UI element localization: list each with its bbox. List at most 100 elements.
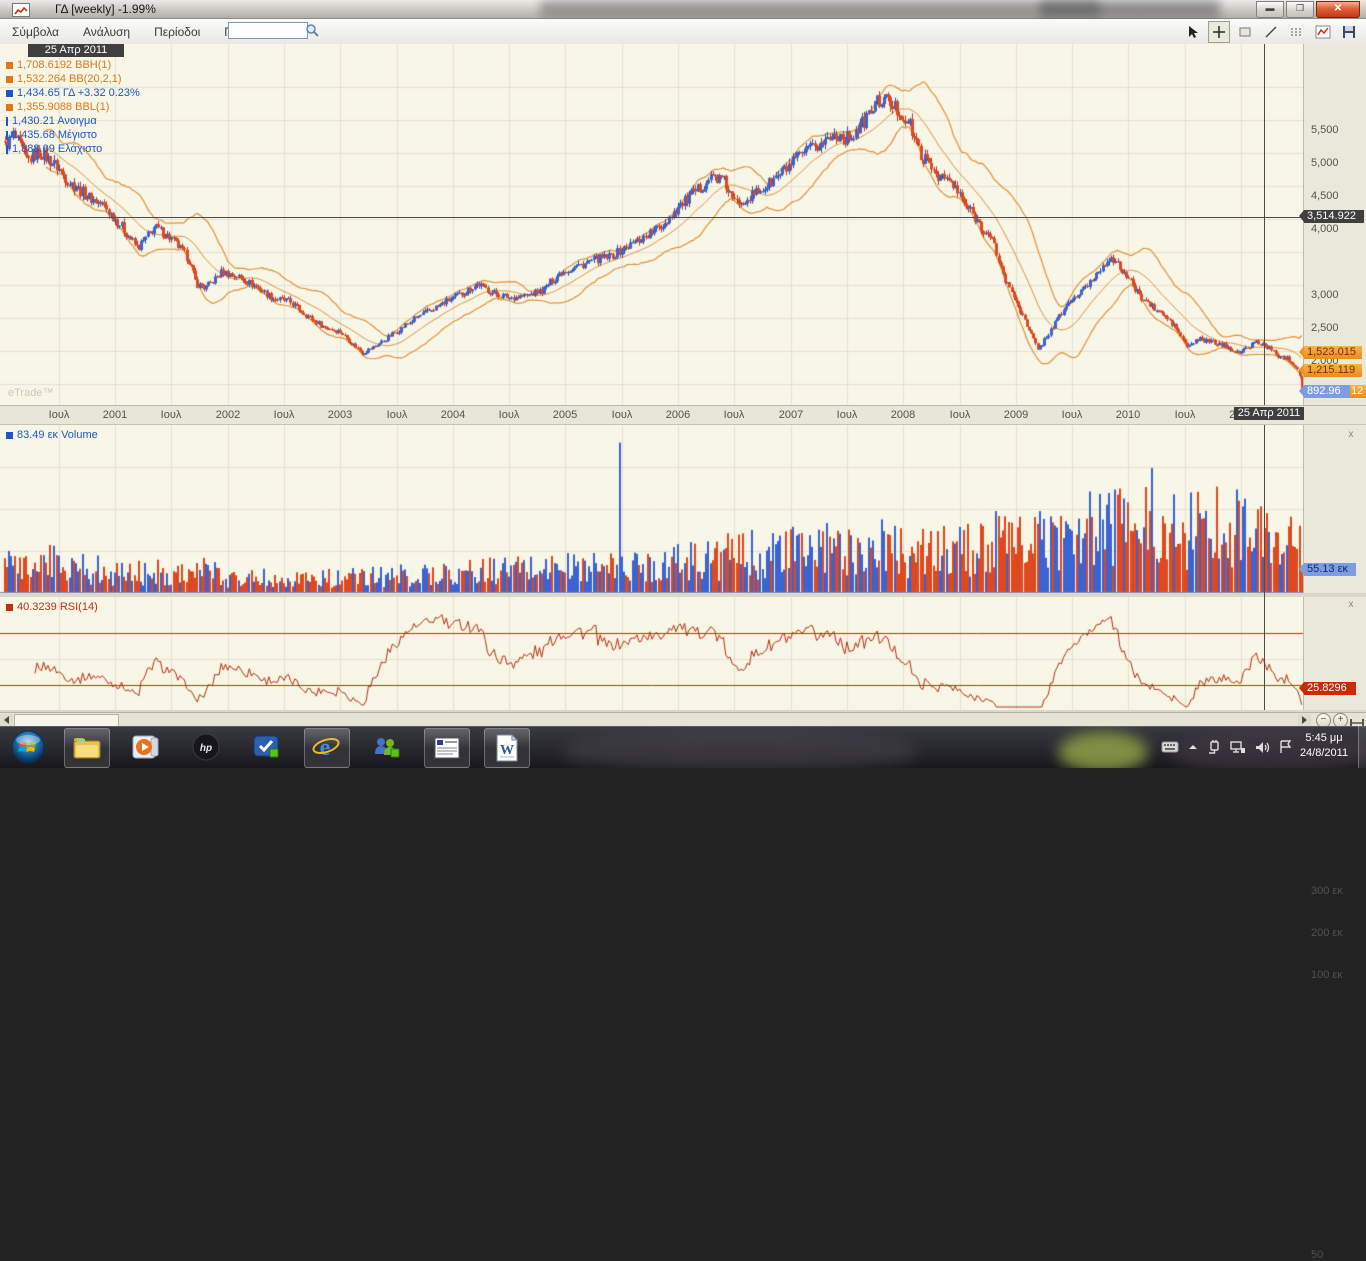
network-icon[interactable] xyxy=(1230,741,1246,754)
legend-row: 1,708.6192 BBH(1) xyxy=(6,58,140,72)
search-icon[interactable] xyxy=(305,23,319,42)
titlebar-translucency xyxy=(540,0,1100,18)
taskbar-check-app-button[interactable] xyxy=(244,728,288,766)
volume-pane-close-icon[interactable]: x xyxy=(1346,430,1356,440)
close-button[interactable]: ✕ xyxy=(1316,1,1360,18)
time-axis-tick: 2002 xyxy=(208,409,248,421)
taskbar-hp-button[interactable]: hp xyxy=(184,728,228,766)
svg-text:hp: hp xyxy=(200,743,212,754)
legend-value: 1,388.09 xyxy=(12,143,55,155)
volume-chart-canvas[interactable] xyxy=(0,425,1303,593)
title-bar: ΓΔ [weekly] -1.99% ▬ ❐ ✕ xyxy=(0,0,1366,19)
time-axis-tick: Ιουλ xyxy=(489,409,529,421)
legend-marker xyxy=(6,145,8,154)
band-middle-tag: 1,215.119 xyxy=(1304,364,1362,377)
rsi-axis-tick: 50 xyxy=(1311,1249,1323,1261)
tool-trendline-icon[interactable] xyxy=(1260,21,1282,43)
legend-label: Μέγιστο xyxy=(58,129,97,141)
tool-chart-icon[interactable] xyxy=(1312,21,1334,43)
band-lower-tag-partial: 12 xyxy=(1348,385,1366,398)
window-title: ΓΔ [weekly] -1.99% xyxy=(55,2,156,16)
keyboard-icon[interactable] xyxy=(1161,741,1179,753)
legend-value: 1,434.65 xyxy=(17,87,60,99)
taskbar-media-player-button[interactable] xyxy=(124,728,168,766)
price-axis-tick: 4,000 xyxy=(1311,223,1339,235)
chart-toolbar xyxy=(1182,20,1360,43)
legend-row: 1,388.09 Ελάχιστο xyxy=(6,142,140,156)
taskbar-messenger-button[interactable] xyxy=(364,728,408,766)
windows-taskbar: hp e W 5:45 μμ 24/8/2011 xyxy=(0,726,1366,768)
rsi-pane-close-icon[interactable]: x xyxy=(1346,600,1356,610)
scroll-left-button[interactable] xyxy=(0,714,13,726)
crosshair-horizontal-line xyxy=(0,217,1303,218)
time-axis-tick: 2005 xyxy=(545,409,585,421)
legend-value: 1,435.68 xyxy=(12,129,55,141)
menu-item-symbols[interactable]: Σύμβολα xyxy=(12,25,59,39)
volume-label: Volume xyxy=(61,429,98,441)
legend-marker xyxy=(6,76,13,83)
time-axis-tick: 2010 xyxy=(1108,409,1148,421)
legend-row: 1,430.21 Ανοιγμα xyxy=(6,114,140,128)
crosshair-vertical-line xyxy=(1264,44,1265,710)
last-price-tag: 892.96 xyxy=(1304,385,1350,398)
legend-row: 1,435.68 Μέγιστο xyxy=(6,128,140,142)
symbol-search-input[interactable] xyxy=(228,22,308,39)
rsi-last-tag: 25.8296 xyxy=(1304,682,1356,695)
legend-label: BBL(1) xyxy=(75,101,109,113)
app-chart-icon xyxy=(12,3,30,17)
tool-save-icon[interactable] xyxy=(1338,21,1360,43)
system-tray xyxy=(1161,728,1292,766)
tool-crosshair-icon[interactable] xyxy=(1208,21,1230,43)
price-chart-canvas[interactable] xyxy=(0,44,1303,405)
power-icon[interactable] xyxy=(1207,740,1221,754)
pane-separator[interactable] xyxy=(0,593,1366,597)
taskbar-notes-app-button[interactable] xyxy=(424,728,470,768)
titlebar-translucency xyxy=(1040,0,1220,18)
rsi-legend-marker xyxy=(6,604,13,611)
time-axis-tick: 2008 xyxy=(883,409,923,421)
tool-grid-dots-icon[interactable] xyxy=(1286,21,1308,43)
menu-item-periods[interactable]: Περίοδοι xyxy=(154,25,200,39)
rsi-legend: 40.3239 RSI(14) xyxy=(6,600,98,614)
start-button[interactable] xyxy=(6,728,50,766)
tool-pointer-icon[interactable] xyxy=(1182,21,1204,43)
scroll-right-button[interactable] xyxy=(1298,714,1311,726)
time-axis-tick: 2007 xyxy=(771,409,811,421)
legend-label: ΓΔ +3.32 0.23% xyxy=(63,87,140,99)
action-center-icon[interactable] xyxy=(1279,740,1292,754)
minimize-button[interactable]: ▬ xyxy=(1256,1,1284,18)
restore-button[interactable]: ❐ xyxy=(1286,1,1314,18)
rsi-value: 40.3239 xyxy=(17,601,57,613)
taskbar-internet-explorer-button[interactable]: e xyxy=(304,728,350,768)
legend-value: 1,430.21 xyxy=(12,115,55,127)
time-axis-tick: Ιουλ xyxy=(940,409,980,421)
clock-date: 24/8/2011 xyxy=(1292,746,1356,761)
tool-region-icon[interactable] xyxy=(1234,21,1256,43)
show-desktop-button[interactable] xyxy=(1358,726,1366,768)
volume-legend-marker xyxy=(6,432,13,439)
volume-icon[interactable] xyxy=(1255,741,1270,754)
crosshair-date-tag: 25 Απρ 2011 xyxy=(1234,407,1304,420)
legend-marker xyxy=(6,117,8,126)
legend-marker xyxy=(6,104,13,111)
taskbar-explorer-button[interactable] xyxy=(64,728,110,768)
menu-bar: ΣύμβολαΑνάλυσηΠερίοδοιΠροβολή xyxy=(0,19,1366,45)
time-axis-tick: 2001 xyxy=(95,409,135,421)
taskbar-clock[interactable]: 5:45 μμ 24/8/2011 xyxy=(1292,731,1356,761)
rsi-label: RSI(14) xyxy=(60,601,98,613)
time-axis-tick: Ιουλ xyxy=(602,409,642,421)
price-legend: 1,708.6192 BBH(1)1,532.264 BB(20,2,1)1,4… xyxy=(6,58,140,156)
clock-time: 5:45 μμ xyxy=(1292,731,1356,746)
time-axis-tick: Ιουλ xyxy=(827,409,867,421)
horizontal-scrollbar[interactable]: − + xyxy=(0,712,1366,727)
volume-axis-tick: 300 εκ xyxy=(1311,885,1343,897)
rsi-chart-canvas[interactable] xyxy=(0,597,1303,710)
legend-label: Ελάχιστο xyxy=(58,143,102,155)
price-axis-tick: 3,000 xyxy=(1311,289,1339,301)
taskbar-word-button[interactable]: W xyxy=(484,728,530,768)
time-axis-tick: 2004 xyxy=(433,409,473,421)
time-axis-tick: Ιουλ xyxy=(1052,409,1092,421)
price-axis-tick: 5,000 xyxy=(1311,157,1339,169)
menu-item-analysis[interactable]: Ανάλυση xyxy=(83,25,130,39)
show-hidden-icon[interactable] xyxy=(1188,743,1198,751)
